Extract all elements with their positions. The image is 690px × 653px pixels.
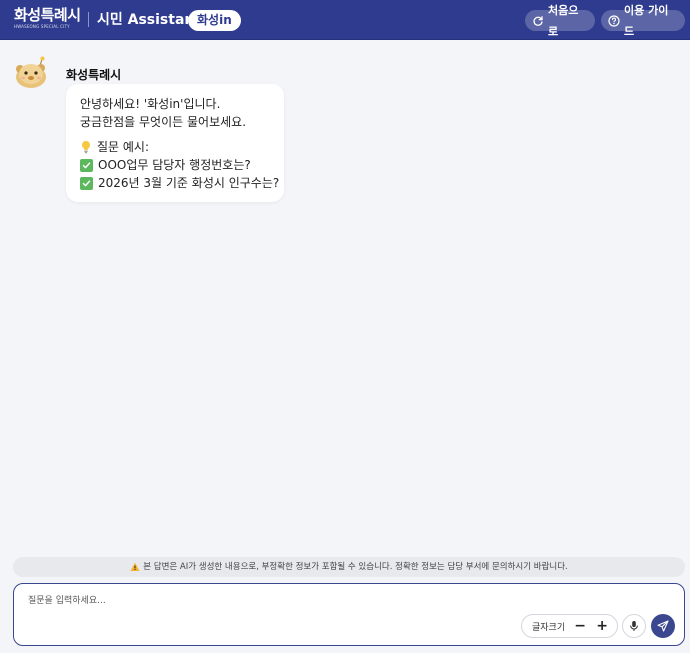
service-badge: 화성in (188, 10, 241, 31)
warning-icon (130, 562, 140, 572)
example-text: 2026년 3월 기준 화성시 인구수는? (98, 176, 280, 190)
refresh-icon (532, 15, 544, 27)
greeting-line: 안녕하세요! '화성in'입니다. (80, 97, 221, 111)
restart-button[interactable]: 처음으로 (525, 4, 595, 38)
send-icon (657, 620, 669, 632)
restart-label: 처음으로 (548, 3, 579, 38)
guide-button[interactable]: 이용 가이드 (601, 4, 685, 38)
check-icon (80, 176, 93, 190)
chat-input-box: 글자크기 − + (13, 583, 685, 646)
example-text: OOO업무 담당자 행정번호는? (98, 158, 251, 172)
logo-text: 화성특례시 (14, 6, 81, 24)
app-title: 시민 Assistant (97, 12, 202, 28)
bot-message-bubble: 안녕하세요! '화성in'입니다. 궁금한점을 무엇이든 물어보세요. 질문 예… (66, 84, 284, 202)
disclaimer-text: 본 답변은 AI가 생성한 내용으로, 부정확한 정보가 포함될 수 있습니다.… (143, 562, 568, 572)
font-size-control: 글자크기 − + (521, 614, 618, 638)
question-input[interactable] (28, 592, 508, 610)
app-header: 화성특례시 HWASEONG SPECIAL CITY 시민 Assistant… (0, 0, 690, 40)
bulb-icon (80, 140, 92, 154)
examples-title: 질문 예시: (80, 138, 284, 156)
mic-icon (628, 620, 640, 632)
bot-avatar (14, 56, 50, 90)
prompt-line: 궁금한점을 무엇이든 물어보세요. (80, 115, 247, 129)
examples-title-text: 질문 예시: (97, 140, 150, 154)
font-increase-button[interactable]: + (595, 618, 609, 634)
send-button[interactable] (651, 614, 675, 638)
voice-input-button[interactable] (622, 614, 646, 638)
header-divider (88, 12, 89, 27)
help-icon (608, 14, 620, 27)
guide-label: 이용 가이드 (624, 3, 669, 38)
bot-name: 화성특례시 (66, 68, 122, 82)
font-decrease-button[interactable]: − (573, 618, 587, 634)
check-icon (80, 158, 93, 172)
ai-disclaimer: 본 답변은 AI가 생성한 내용으로, 부정확한 정보가 포함될 수 있습니다.… (13, 557, 685, 577)
example-item[interactable]: OOO업무 담당자 행정번호는? (80, 156, 284, 174)
city-logo[interactable]: 화성특례시 HWASEONG SPECIAL CITY (14, 6, 84, 34)
font-size-label: 글자크기 (532, 622, 566, 633)
logo-subtext: HWASEONG SPECIAL CITY (14, 24, 70, 29)
example-item[interactable]: 2026년 3월 기준 화성시 인구수는? (80, 174, 284, 192)
